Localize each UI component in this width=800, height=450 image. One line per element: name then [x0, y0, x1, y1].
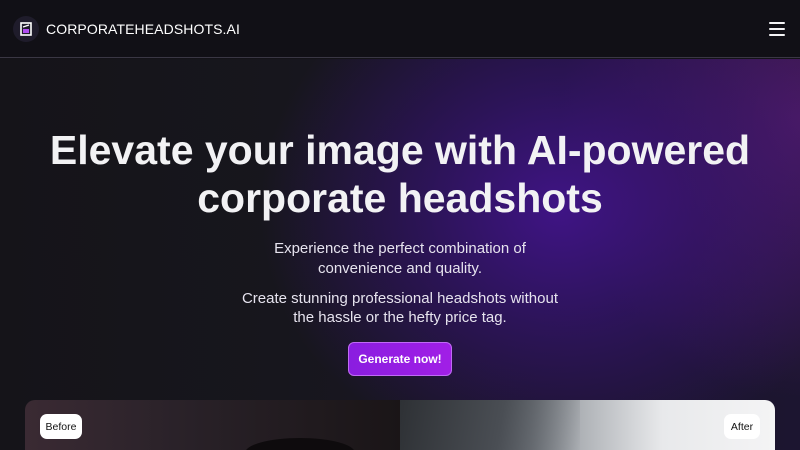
- hero-subtitle-1-line2: convenience and quality.: [317, 260, 482, 277]
- hamburger-menu-icon[interactable]: [766, 18, 788, 40]
- hero-subtitle-2-line1: Create stunning professional headshots w…: [241, 290, 559, 307]
- generate-now-button[interactable]: Generate now!: [348, 342, 452, 376]
- after-image-hair: [400, 400, 580, 450]
- after-label: After: [724, 414, 760, 439]
- brand-name[interactable]: CORPORATEHEADSHOTS.AI: [46, 21, 240, 37]
- site-header: CORPORATEHEADSHOTS.AI: [0, 0, 800, 58]
- hero-subtitle-1: Experience the perfect combination of co…: [0, 239, 800, 279]
- hero-section: Elevate your image with AI-powered corpo…: [0, 59, 800, 450]
- hero-headline: Elevate your image with AI-powered corpo…: [0, 126, 800, 222]
- brand-logo-icon[interactable]: [13, 15, 39, 42]
- after-image: [400, 400, 775, 450]
- hero-subtitle-2-line2: the hassle or the hefty price tag.: [293, 309, 507, 326]
- before-label: Before: [40, 414, 82, 439]
- before-image-glasses: [245, 438, 355, 450]
- before-after-comparison[interactable]: Before After: [25, 400, 775, 450]
- hero-subtitle-1-line1: Experience the perfect combination of: [274, 240, 526, 257]
- hero-headline-line1: Elevate your image with AI-powered: [49, 127, 751, 173]
- hero-subtitle-2: Create stunning professional headshots w…: [0, 289, 800, 327]
- hero-headline-line2: corporate headshots: [197, 175, 603, 221]
